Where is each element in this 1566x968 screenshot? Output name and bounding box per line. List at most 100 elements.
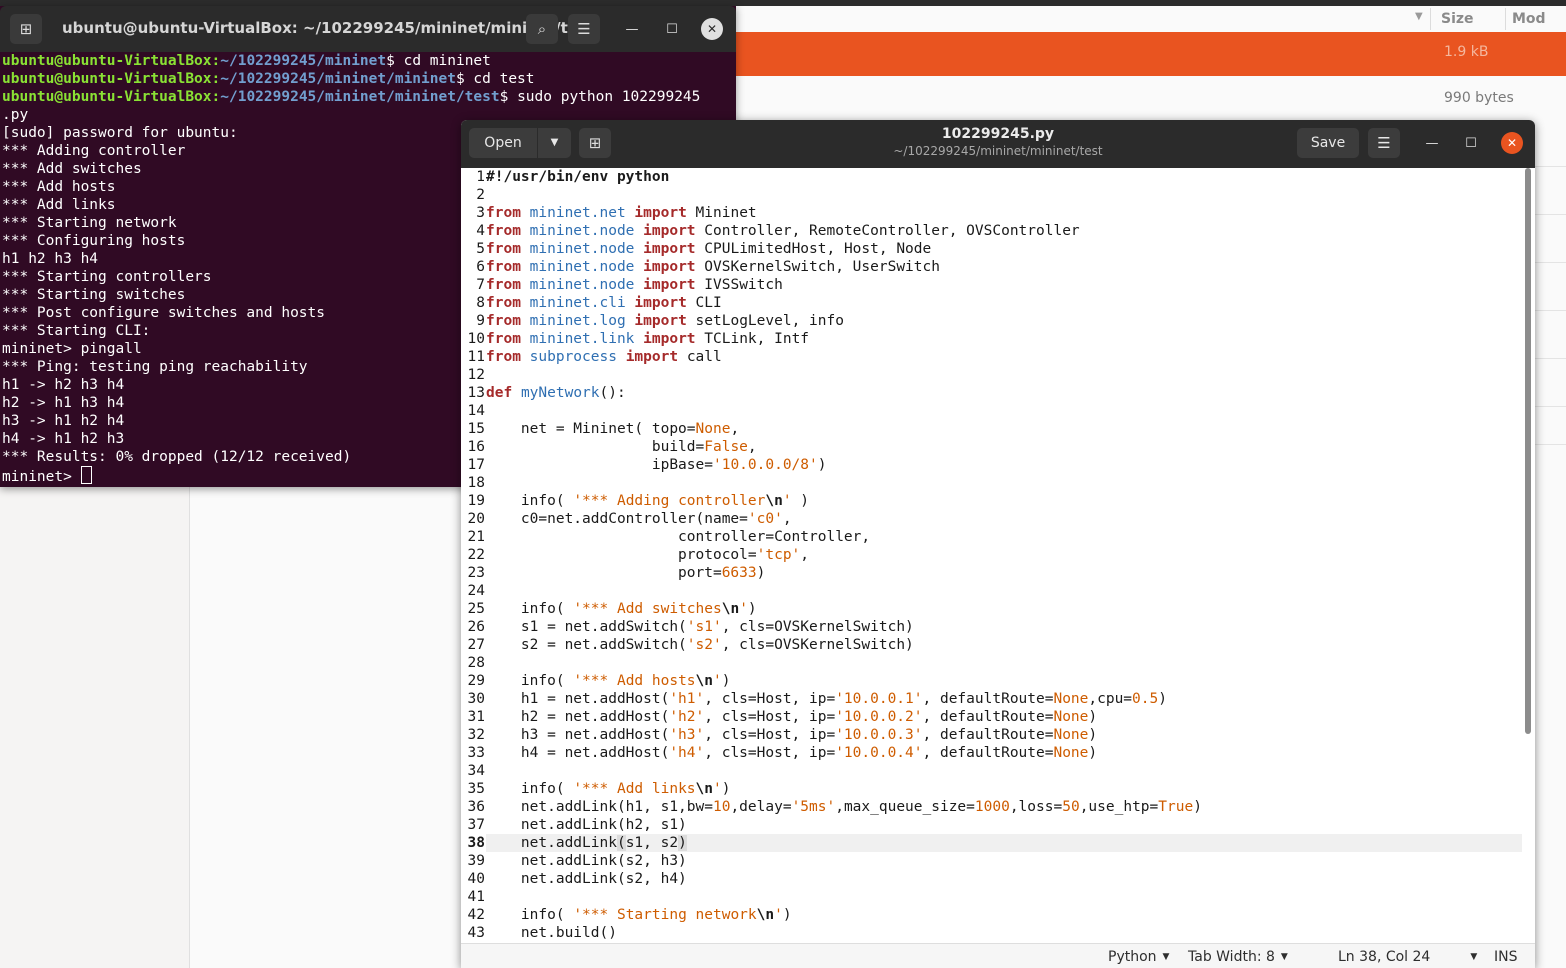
code-token: '10.0.0.0/8'	[712, 457, 818, 473]
code-line[interactable]	[486, 654, 1522, 672]
new-tab-icon[interactable]: ⊞	[10, 14, 42, 44]
gedit-headerbar[interactable]: Open ▼ ⊞ 102299245.py ~/102299245/minine…	[461, 120, 1535, 168]
code-token: mininet.cli	[529, 295, 626, 311]
code-token: from	[486, 205, 521, 221]
code-line[interactable]: build=False,	[486, 438, 1522, 456]
code-token: 'h3'	[669, 727, 705, 743]
code-token: import	[634, 205, 687, 221]
maximize-icon[interactable]: ☐	[1461, 134, 1481, 154]
tab-width-selector[interactable]: Tab Width: 8 ▼	[1188, 949, 1288, 965]
code-text-area[interactable]: #!/usr/bin/env python from mininet.net im…	[486, 168, 1522, 943]
code-line[interactable]: controller=Controller,	[486, 528, 1522, 546]
code-token: def	[486, 385, 513, 401]
code-line[interactable]: port=6633)	[486, 564, 1522, 582]
code-token: net.build()	[486, 925, 617, 941]
code-line[interactable]: protocol='tcp',	[486, 546, 1522, 564]
code-token: )	[721, 673, 731, 689]
code-line[interactable]: h2 = net.addHost('h2', cls=Host, ip='10.…	[486, 708, 1522, 726]
code-line[interactable]	[486, 474, 1522, 492]
code-line[interactable]: info( '*** Add links\n')	[486, 780, 1522, 798]
cursor-position[interactable]: Ln 38, Col 24 ▼	[1338, 949, 1477, 965]
code-line[interactable]: info( '*** Adding controller\n' )	[486, 492, 1522, 510]
code-line[interactable]: info( '*** Add switches\n')	[486, 600, 1522, 618]
column-size-header[interactable]: Size	[1441, 11, 1474, 27]
code-token: from	[486, 295, 521, 311]
code-line[interactable]: c0=net.addController(name='c0',	[486, 510, 1522, 528]
terminal-headerbar[interactable]: ⊞ ubuntu@ubuntu-VirtualBox: ~/102299245/…	[0, 6, 736, 52]
code-line[interactable]: #!/usr/bin/env python	[486, 168, 1522, 186]
close-icon[interactable]: ✕	[1501, 132, 1523, 154]
code-line[interactable]: def myNetwork():	[486, 384, 1522, 402]
code-line[interactable]	[486, 402, 1522, 420]
code-line[interactable]: from mininet.node import OVSKernelSwitch…	[486, 258, 1522, 276]
code-token: from	[486, 313, 521, 329]
code-line[interactable]: from mininet.net import Mininet	[486, 204, 1522, 222]
code-line[interactable]: net.addLink(s2, h3)	[486, 852, 1522, 870]
code-line[interactable]: net.addLink(s1, s2)	[486, 834, 1522, 852]
code-token: \n	[765, 493, 783, 509]
insert-mode[interactable]: INS	[1494, 949, 1518, 965]
language-selector[interactable]: Python ▼	[1108, 949, 1169, 965]
code-editor[interactable]: 1 2 3 4 5 6 7 8 9 10 11 12 13 14 15 16 17 18 19 20 21 22 23 24 2…	[461, 168, 1535, 943]
line-number: 33	[467, 745, 485, 761]
code-line[interactable]: net.addLink(h1, s1,bw=10,delay='5ms',max…	[486, 798, 1522, 816]
code-line[interactable]: s1 = net.addSwitch('s1', cls=OVSKernelSw…	[486, 618, 1522, 636]
line-number: 32	[467, 727, 485, 743]
code-line[interactable]: info( '*** Starting network\n')	[486, 906, 1522, 924]
code-line[interactable]: from mininet.node import CPULimitedHost,…	[486, 240, 1522, 258]
minimize-icon[interactable]: —	[1422, 134, 1442, 154]
code-line[interactable]: from mininet.node import IVSSwitch	[486, 276, 1522, 294]
code-token: \n	[756, 907, 775, 923]
code-line[interactable]: h1 = net.addHost('h1', cls=Host, ip='10.…	[486, 690, 1522, 708]
code-line[interactable]: net.build()	[486, 924, 1522, 942]
gedit-window[interactable]: Open ▼ ⊞ 102299245.py ~/102299245/minine…	[461, 120, 1535, 968]
save-button[interactable]: Save	[1297, 128, 1359, 158]
column-modified-header[interactable]: Mod	[1512, 11, 1546, 27]
prompt-path: ~/102299245/mininet/mininet/test	[220, 89, 500, 105]
code-token: )	[747, 601, 757, 617]
code-line[interactable]: from subprocess import call	[486, 348, 1522, 366]
line-number: 9	[476, 313, 485, 329]
sort-down-icon[interactable]: ▼	[1415, 11, 1423, 22]
code-line[interactable]: net.addLink(h2, s1)	[486, 816, 1522, 834]
code-token: , defaultRoute=	[922, 745, 1054, 761]
code-line[interactable]	[486, 888, 1522, 906]
code-line[interactable]: h4 = net.addHost('h4', cls=Host, ip='10.…	[486, 744, 1522, 762]
line-number: 29	[467, 673, 485, 689]
code-token: 'h1'	[669, 691, 705, 707]
code-line[interactable]: from mininet.log import setLogLevel, inf…	[486, 312, 1522, 330]
code-line[interactable]: h3 = net.addHost('h3', cls=Host, ip='10.…	[486, 726, 1522, 744]
code-line[interactable]: from mininet.cli import CLI	[486, 294, 1522, 312]
line-number-gutter: 1 2 3 4 5 6 7 8 9 10 11 12 13 14 15 16 17 18 19 20 21 22 23 24 2…	[461, 168, 485, 943]
code-line[interactable]: info( '*** Add hosts\n')	[486, 672, 1522, 690]
prompt-text: mininet>	[2, 469, 81, 485]
close-icon[interactable]: ✕	[701, 18, 723, 40]
code-line[interactable]	[486, 366, 1522, 384]
code-line[interactable]: net.addLink(s2, h4)	[486, 870, 1522, 888]
vertical-scrollbar[interactable]	[1525, 168, 1531, 734]
code-token: 1000	[974, 799, 1010, 815]
hamburger-menu-icon[interactable]: ☰	[1368, 128, 1400, 158]
code-line[interactable]: from mininet.link import TCLink, Intf	[486, 330, 1522, 348]
hamburger-menu-icon[interactable]: ☰	[568, 14, 600, 44]
line-number: 21	[467, 529, 485, 545]
code-token: info(	[486, 781, 574, 797]
minimize-icon[interactable]: —	[622, 20, 642, 40]
code-line[interactable]: s2 = net.addSwitch('s2', cls=OVSKernelSw…	[486, 636, 1522, 654]
code-line[interactable]: net = Mininet( topo=None,	[486, 420, 1522, 438]
code-line[interactable]	[486, 762, 1522, 780]
search-icon[interactable]: ⌕	[526, 14, 558, 44]
code-token: from	[486, 223, 521, 239]
line-number: 3	[476, 205, 485, 221]
code-line[interactable]: from mininet.node import Controller, Rem…	[486, 222, 1522, 240]
code-line[interactable]	[486, 186, 1522, 204]
code-token: \n	[695, 781, 713, 797]
code-token: False	[704, 439, 748, 455]
code-line[interactable]: ipBase='10.0.0.0/8')	[486, 456, 1522, 474]
maximize-icon[interactable]: ☐	[662, 20, 682, 40]
code-line[interactable]	[486, 582, 1522, 600]
code-token: , cls=OVSKernelSwitch)	[721, 637, 914, 653]
